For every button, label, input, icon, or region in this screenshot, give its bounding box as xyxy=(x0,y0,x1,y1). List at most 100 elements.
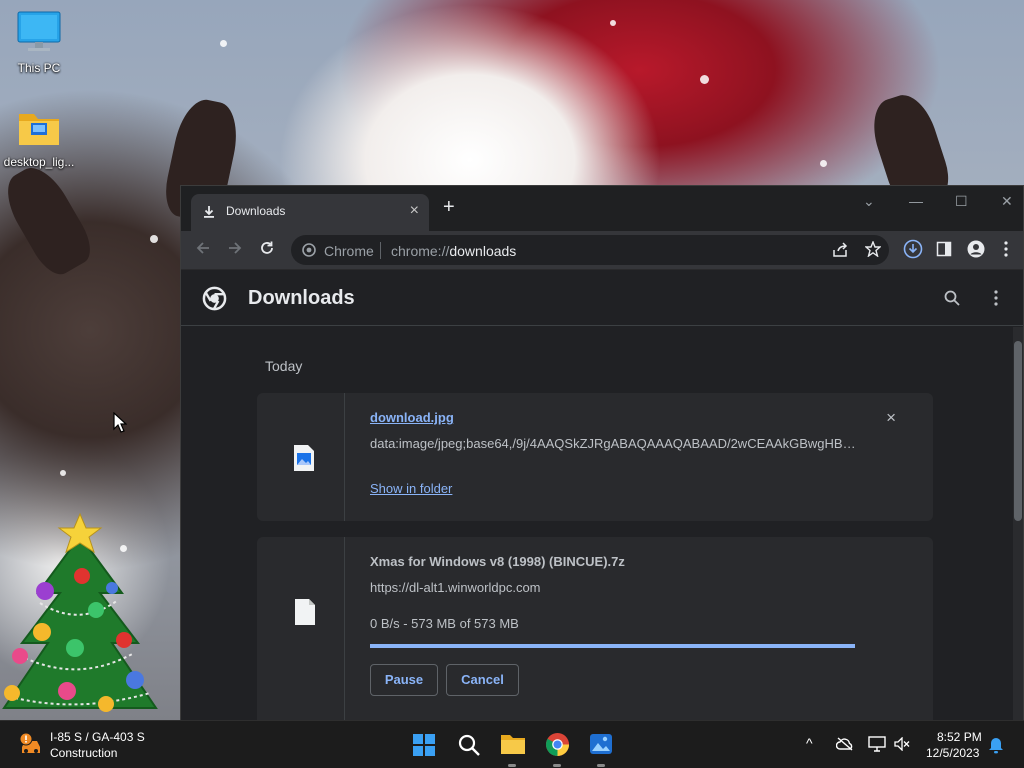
file-explorer-button[interactable] xyxy=(500,732,526,761)
taskbar: I-85 S / GA-403 S Construction ^ 8:52 PM… xyxy=(0,720,1024,768)
download-circle-icon xyxy=(903,239,923,259)
running-indicator xyxy=(508,764,516,767)
photos-button[interactable] xyxy=(589,732,613,761)
star-icon xyxy=(864,240,882,258)
reload-button[interactable] xyxy=(259,240,275,262)
side-panel-icon xyxy=(936,241,952,257)
downloads-list: Today download.jpg × data:image/jpeg;bas… xyxy=(181,327,1013,720)
mouse-cursor-icon xyxy=(113,412,127,433)
chrome-icon xyxy=(545,732,570,757)
profile-icon xyxy=(967,240,985,258)
clock-date[interactable]: 12/5/2023 xyxy=(926,746,979,760)
remove-download-button[interactable]: × xyxy=(886,408,896,428)
folder-icon xyxy=(1,108,77,151)
onedrive-offline-icon[interactable] xyxy=(835,737,854,754)
photos-icon xyxy=(590,734,612,754)
url-text: chrome://downloads xyxy=(391,243,517,259)
desktop-icon-label: desktop_lig... xyxy=(3,155,75,169)
christmas-tree-left xyxy=(2,512,158,712)
date-group-label: Today xyxy=(265,358,303,374)
browser-menu-button[interactable] xyxy=(1004,241,1008,263)
kebab-menu-icon xyxy=(1004,241,1008,257)
traffic-title: I-85 S / GA-403 S xyxy=(50,730,145,744)
cat-ear-back xyxy=(0,158,99,282)
snowflake xyxy=(820,160,827,167)
tab-downloads[interactable]: Downloads × xyxy=(191,194,429,231)
profile-button[interactable] xyxy=(967,240,985,264)
cancel-button[interactable]: Cancel xyxy=(446,664,519,696)
start-icon xyxy=(413,734,435,756)
search-icon xyxy=(944,290,960,306)
chrome-window: Downloads × + ⌄ — ☐ ✕ Chrome chrome://do… xyxy=(180,185,1024,720)
download-source-url: https://dl-alt1.winworldpc.com xyxy=(370,580,541,595)
this-pc-icon xyxy=(1,10,77,57)
download-progress-bar xyxy=(370,644,855,648)
pause-button[interactable]: Pause xyxy=(370,664,438,696)
address-bar[interactable]: Chrome chrome://downloads xyxy=(291,235,889,265)
new-tab-button[interactable]: + xyxy=(443,197,455,217)
notification-bell-icon[interactable] xyxy=(988,736,1004,757)
share-icon xyxy=(833,242,848,257)
forward-button[interactable] xyxy=(227,240,243,262)
minimize-button[interactable]: — xyxy=(909,193,923,209)
file-icon-column xyxy=(257,537,345,720)
clock-time[interactable]: 8:52 PM xyxy=(937,730,982,744)
side-panel-button[interactable] xyxy=(936,241,952,263)
tab-search-button[interactable]: ⌄ xyxy=(863,193,875,210)
file-explorer-icon xyxy=(501,735,525,754)
downloads-more-button[interactable] xyxy=(994,290,998,311)
network-icon[interactable] xyxy=(868,736,886,755)
download-item: download.jpg × data:image/jpeg;base64,/9… xyxy=(257,393,933,521)
tab-close-button[interactable]: × xyxy=(410,202,419,220)
bookmark-star-button[interactable] xyxy=(864,240,882,262)
close-window-button[interactable]: ✕ xyxy=(1001,193,1013,210)
running-indicator xyxy=(597,764,605,767)
desktop-icon-this-pc[interactable]: This PC xyxy=(1,10,77,75)
chrome-taskbar-button[interactable] xyxy=(545,732,570,762)
site-chip: Chrome xyxy=(324,243,374,259)
download-progress-fill xyxy=(370,644,855,648)
reload-icon xyxy=(261,241,273,254)
download-item: Xmas for Windows v8 (1998) (BINCUE).7z h… xyxy=(257,537,933,720)
generic-file-icon xyxy=(294,598,316,631)
tab-title: Downloads xyxy=(226,204,286,218)
downloads-header: Downloads xyxy=(181,270,1023,326)
image-file-icon xyxy=(293,444,315,477)
omnibox-separator xyxy=(380,242,381,259)
download-icon xyxy=(203,205,215,222)
desktop-icon-label: This PC xyxy=(17,61,61,75)
search-icon xyxy=(458,734,480,756)
chrome-logo-icon xyxy=(302,243,316,262)
browser-toolbar: Chrome chrome://downloads xyxy=(181,231,1023,270)
running-indicator xyxy=(553,764,561,767)
snowflake xyxy=(60,470,66,476)
download-filename: Xmas for Windows v8 (1998) (BINCUE).7z xyxy=(370,554,625,569)
traffic-warning-icon xyxy=(18,732,44,762)
forward-arrow-icon xyxy=(229,242,242,254)
traffic-subtitle: Construction xyxy=(50,746,118,760)
snowflake xyxy=(150,235,158,243)
show-in-folder-link[interactable]: Show in folder xyxy=(370,481,452,496)
kebab-menu-icon xyxy=(994,290,998,306)
maximize-button[interactable]: ☐ xyxy=(955,193,968,210)
page-title: Downloads xyxy=(248,287,355,309)
download-status: 0 B/s - 573 MB of 573 MB xyxy=(370,616,519,631)
back-arrow-icon xyxy=(196,242,209,254)
snowflake xyxy=(700,75,709,84)
tab-strip: Downloads × + ⌄ — ☐ ✕ xyxy=(181,186,1023,231)
search-downloads-button[interactable] xyxy=(944,290,960,311)
page-scrollbar-thumb[interactable] xyxy=(1014,341,1022,521)
snowflake xyxy=(220,40,227,47)
snowflake xyxy=(610,20,616,26)
show-hidden-icons-button[interactable]: ^ xyxy=(806,735,813,751)
download-source-url: data:image/jpeg;base64,/9j/4AAQSkZJRgABA… xyxy=(370,436,860,451)
desktop-icon-folder[interactable]: desktop_lig... xyxy=(1,108,77,169)
download-filename-link[interactable]: download.jpg xyxy=(370,410,454,425)
share-button[interactable] xyxy=(832,242,849,263)
chrome-logo-icon xyxy=(202,286,227,316)
downloads-button[interactable] xyxy=(903,239,923,265)
start-button[interactable] xyxy=(412,733,436,762)
search-button[interactable] xyxy=(457,733,481,762)
volume-muted-icon[interactable] xyxy=(894,736,910,754)
back-button[interactable] xyxy=(195,240,211,262)
